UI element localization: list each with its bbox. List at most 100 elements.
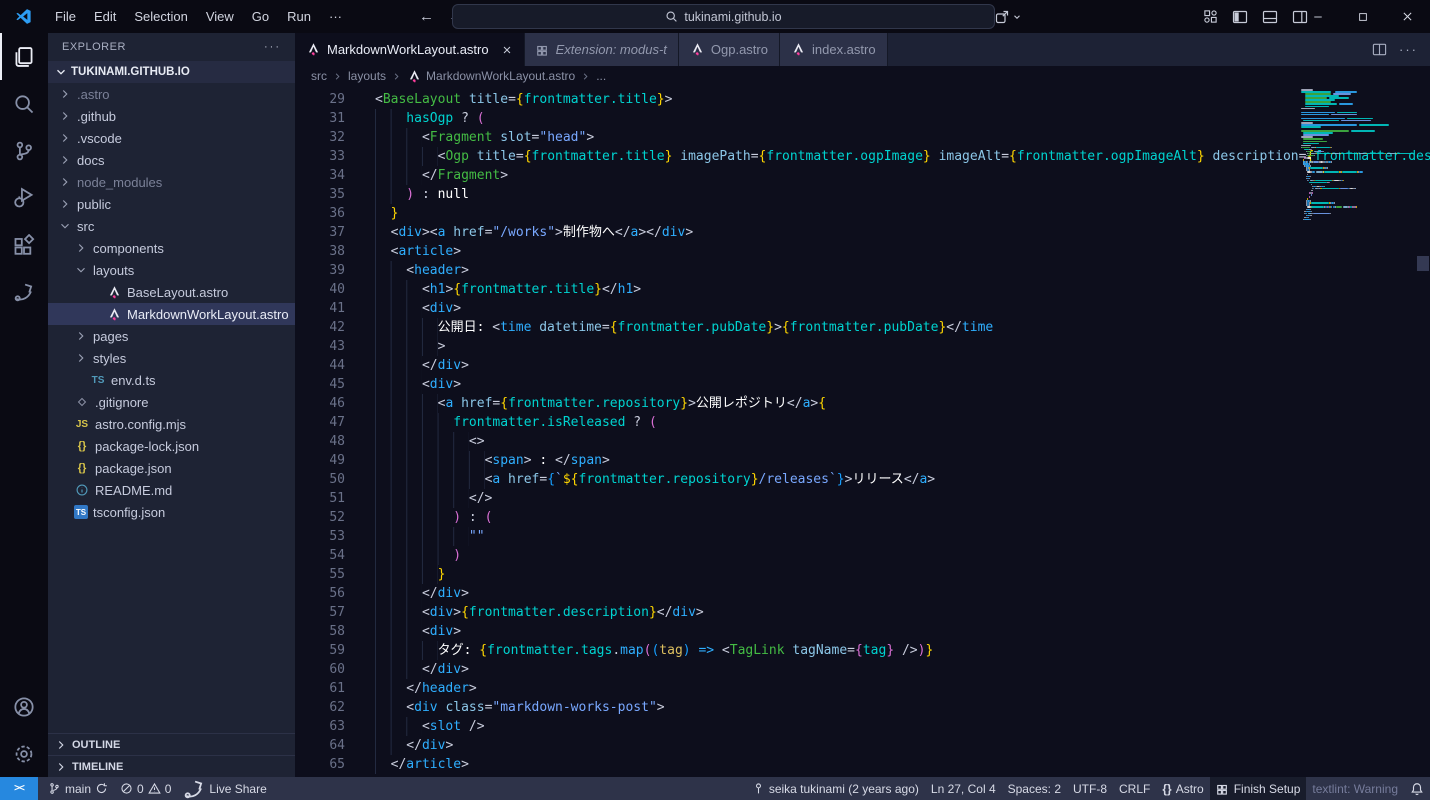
breadcrumb-item[interactable]: MarkdownWorkLayout.astro (407, 69, 575, 84)
code-line[interactable]: 58 <div> (295, 622, 1430, 641)
tree-item[interactable]: TS tsconfig.json (48, 501, 295, 523)
code-line[interactable]: 46 <a href={frontmatter.repository}>公開レポジ… (295, 394, 1430, 413)
code-line[interactable]: 45 <div> (295, 375, 1430, 394)
tree-item[interactable]: .vscode (48, 127, 295, 149)
activitybar-live-share[interactable] (0, 268, 48, 315)
code-line[interactable]: 44 </div> (295, 356, 1430, 375)
code-line[interactable]: 35) : null (295, 185, 1430, 204)
workspace-root[interactable]: TUKINAMI.GITHUB.IO (48, 61, 295, 83)
tab-index-astro[interactable]: index.astro (779, 33, 888, 66)
tree-item[interactable]: src (48, 215, 295, 237)
status-item[interactable]: Ln 27, Col 4 (925, 777, 1002, 800)
menu-run[interactable]: Run (278, 5, 320, 28)
status-item[interactable]: textlint: Warning (1306, 777, 1404, 800)
panel-timeline[interactable]: TIMELINE (48, 755, 295, 777)
status-item[interactable]: UTF-8 (1067, 777, 1113, 800)
code-line[interactable]: 63 <slot /> (295, 717, 1430, 736)
tree-item[interactable]: styles (48, 347, 295, 369)
activitybar-explorer[interactable] (0, 33, 48, 80)
status-item[interactable]: CRLF (1113, 777, 1156, 800)
nav-back-icon[interactable]: ← (419, 8, 434, 25)
code-line[interactable]: 65 </article> (295, 755, 1430, 774)
status-item[interactable]: seika tukinami (2 years ago) (746, 777, 925, 800)
tree-item[interactable]: layouts (48, 259, 295, 281)
code-line[interactable]: 33 <Ogp title={frontmatter.title} imagePa… (295, 147, 1430, 166)
code-line[interactable]: 36} (295, 204, 1430, 223)
code-line[interactable]: 41 <div> (295, 299, 1430, 318)
code-line[interactable]: 56 </div> (295, 584, 1430, 603)
tree-item[interactable]: .astro (48, 83, 295, 105)
code-line[interactable]: 59 タグ: {frontmatter.tags.map((tag) => <Ta… (295, 641, 1430, 660)
code-line[interactable]: 57 <div>{frontmatter.description}</div> (295, 603, 1430, 622)
code-line[interactable]: 47 frontmatter.isReleased ? ( (295, 413, 1430, 432)
scrollbar-thumb[interactable] (1417, 256, 1429, 271)
menu-edit[interactable]: Edit (85, 5, 125, 28)
code-line[interactable]: 49 <span> : </span> (295, 451, 1430, 470)
tree-item[interactable]: .github (48, 105, 295, 127)
maximize-button[interactable] (1340, 0, 1385, 33)
activitybar-settings-gear[interactable] (0, 730, 48, 777)
code-line[interactable]: 38 <article> (295, 242, 1430, 261)
code-line[interactable]: 37 <div><a href="/works">制作物へ</a></div> (295, 223, 1430, 242)
menu-go[interactable]: Go (243, 5, 278, 28)
status-item[interactable]: Finish Setup (1209, 777, 1307, 800)
editor-more-icon[interactable]: ··· (1399, 42, 1418, 57)
tree-item[interactable]: BaseLayout.astro (48, 281, 295, 303)
status-item[interactable]: main (42, 777, 114, 800)
code-line[interactable]: 31 hasOgp ? ( (295, 109, 1430, 128)
remote-indicator[interactable]: >< (0, 777, 38, 800)
menu-view[interactable]: View (197, 5, 243, 28)
activitybar-source-control[interactable] (0, 127, 48, 174)
tree-item[interactable]: MarkdownWorkLayout.astro (48, 303, 295, 325)
tree-item[interactable]: node_modules (48, 171, 295, 193)
code-line[interactable]: 61 </header> (295, 679, 1430, 698)
status-item[interactable] (1404, 777, 1430, 800)
code-line[interactable]: 40 <h1>{frontmatter.title}</h1> (295, 280, 1430, 299)
menu-selection[interactable]: Selection (125, 5, 196, 28)
panel-outline[interactable]: OUTLINE (48, 733, 295, 755)
tab-ogp-astro[interactable]: Ogp.astro (678, 33, 780, 66)
code-editor[interactable]: 29 <BaseLayout title={frontmatter.title}>… (295, 86, 1430, 777)
menu-file[interactable]: File (46, 5, 85, 28)
customize-layout-icon[interactable] (1203, 9, 1218, 24)
code-line[interactable]: 54) (295, 546, 1430, 565)
code-line[interactable]: 29 <BaseLayout title={frontmatter.title}> (295, 90, 1430, 109)
scrollbar[interactable] (1416, 86, 1430, 777)
code-line[interactable]: 43 > (295, 337, 1430, 356)
minimap[interactable] (1301, 89, 1415, 777)
activitybar-extensions[interactable] (0, 221, 48, 268)
tree-item[interactable]: {} package-lock.json (48, 435, 295, 457)
code-line[interactable]: 64 </div> (295, 736, 1430, 755)
breadcrumb-item[interactable]: src (311, 69, 327, 83)
tree-item[interactable]: public (48, 193, 295, 215)
code-line[interactable]: 34 </Fragment> (295, 166, 1430, 185)
menu-more[interactable]: ··· (320, 5, 351, 28)
tree-item[interactable]: {} package.json (48, 457, 295, 479)
code-line[interactable]: 50 <a href={`${frontmatter.repository}/re… (295, 470, 1430, 489)
status-item[interactable]: Spaces: 2 (1002, 777, 1067, 800)
code-line[interactable]: 32 <Fragment slot="head"> (295, 128, 1430, 147)
code-line[interactable]: 62 <div class="markdown-works-post"> (295, 698, 1430, 717)
split-editor-icon[interactable] (1372, 42, 1387, 57)
command-center-search[interactable]: tukinami.github.io (452, 4, 995, 29)
code-line[interactable]: 48 <> (295, 432, 1430, 451)
tree-item[interactable]: components (48, 237, 295, 259)
status-item[interactable]: {} Astro (1156, 777, 1209, 800)
code-line[interactable]: 39 <header> (295, 261, 1430, 280)
breadcrumb-item[interactable]: ... (596, 69, 606, 83)
close-tab-icon[interactable] (501, 44, 513, 56)
code-line[interactable]: 42 公開日: <time datetime={frontmatter.pubDa… (295, 318, 1430, 337)
code-line[interactable]: 53 "" (295, 527, 1430, 546)
tree-item[interactable]: README.md (48, 479, 295, 501)
code-line[interactable]: 60 </div> (295, 660, 1430, 679)
tab-markdownworklayout-astro[interactable]: MarkdownWorkLayout.astro (295, 33, 525, 66)
tree-item[interactable]: .gitignore (48, 391, 295, 413)
chevron-down-icon[interactable] (1012, 12, 1022, 22)
code-line[interactable]: 52) : ( (295, 508, 1430, 527)
tree-item[interactable]: pages (48, 325, 295, 347)
code-line[interactable]: 51 </> (295, 489, 1430, 508)
tree-item[interactable]: TS env.d.ts (48, 369, 295, 391)
breadcrumb-item[interactable]: layouts (348, 69, 386, 83)
toggle-panel-icon[interactable] (1262, 9, 1278, 25)
activitybar-run-debug[interactable] (0, 174, 48, 221)
